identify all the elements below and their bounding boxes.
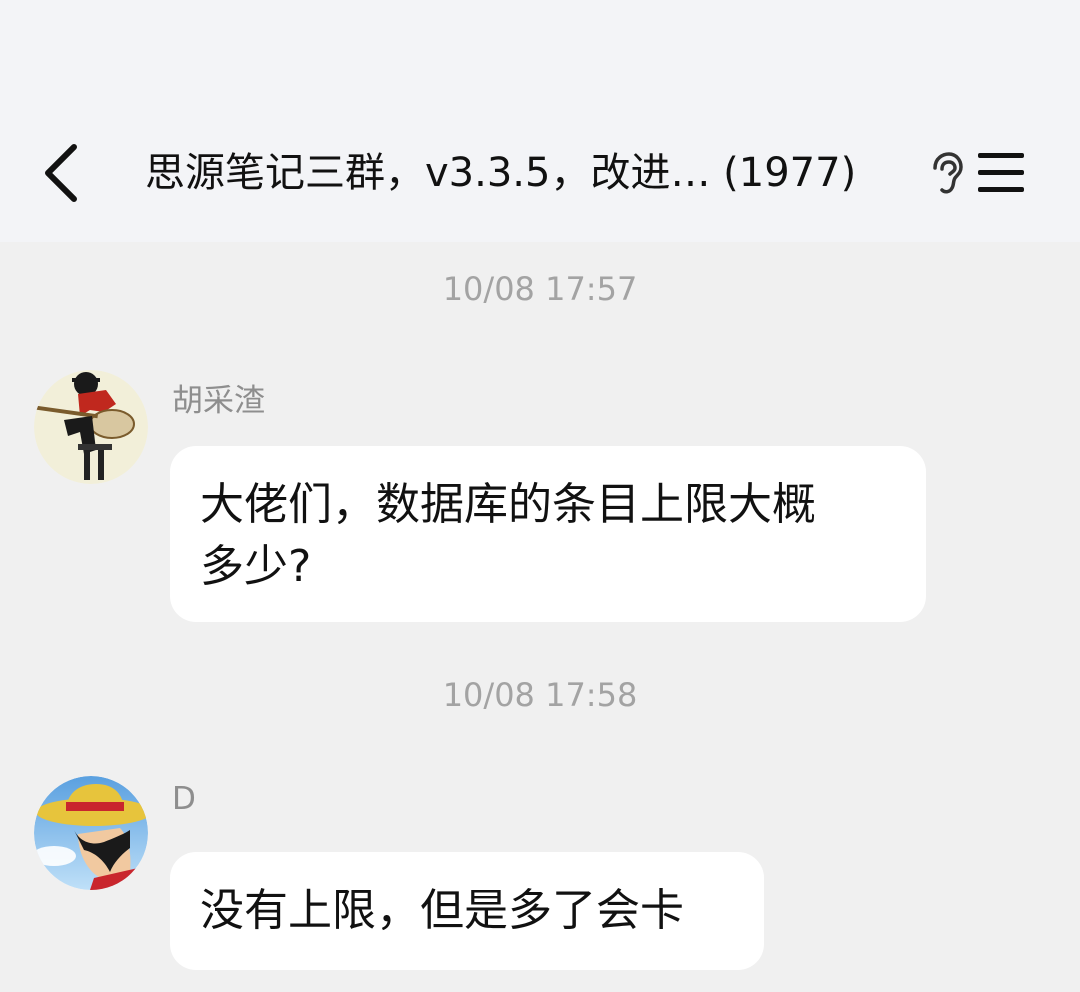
chat-header: 思源笔记三群，v3.3.5，改进… (1977)	[0, 0, 1080, 242]
message-text-line: 多少?	[200, 541, 312, 592]
message-text-line: 没有上限，但是多了会卡	[200, 885, 684, 936]
hamburger-menu-icon	[978, 153, 1024, 192]
back-button[interactable]	[30, 138, 94, 208]
chevron-left-icon	[45, 144, 77, 202]
message-bubble[interactable]: 大佬们，数据库的条目上限大概 多少?	[170, 446, 926, 622]
menu-button[interactable]	[970, 145, 1032, 201]
avatar[interactable]	[34, 370, 148, 484]
message-timestamp: 10/08 17:58	[442, 676, 638, 714]
avatar[interactable]	[34, 776, 148, 890]
ear-icon	[925, 150, 965, 196]
sender-name: 胡采渣	[172, 383, 265, 419]
message-text-line: 大佬们，数据库的条目上限大概	[200, 479, 816, 530]
chat-title: 思源笔记三群，v3.3.5，改进… (1977)	[145, 150, 857, 196]
sender-name: D	[172, 781, 196, 817]
message-timestamp: 10/08 17:57	[442, 270, 638, 308]
message-bubble[interactable]: 没有上限，但是多了会卡	[170, 852, 764, 970]
chat-screen: 思源笔记三群，v3.3.5，改进… (1977) 10/08 17:57 胡采渣…	[0, 0, 1080, 992]
